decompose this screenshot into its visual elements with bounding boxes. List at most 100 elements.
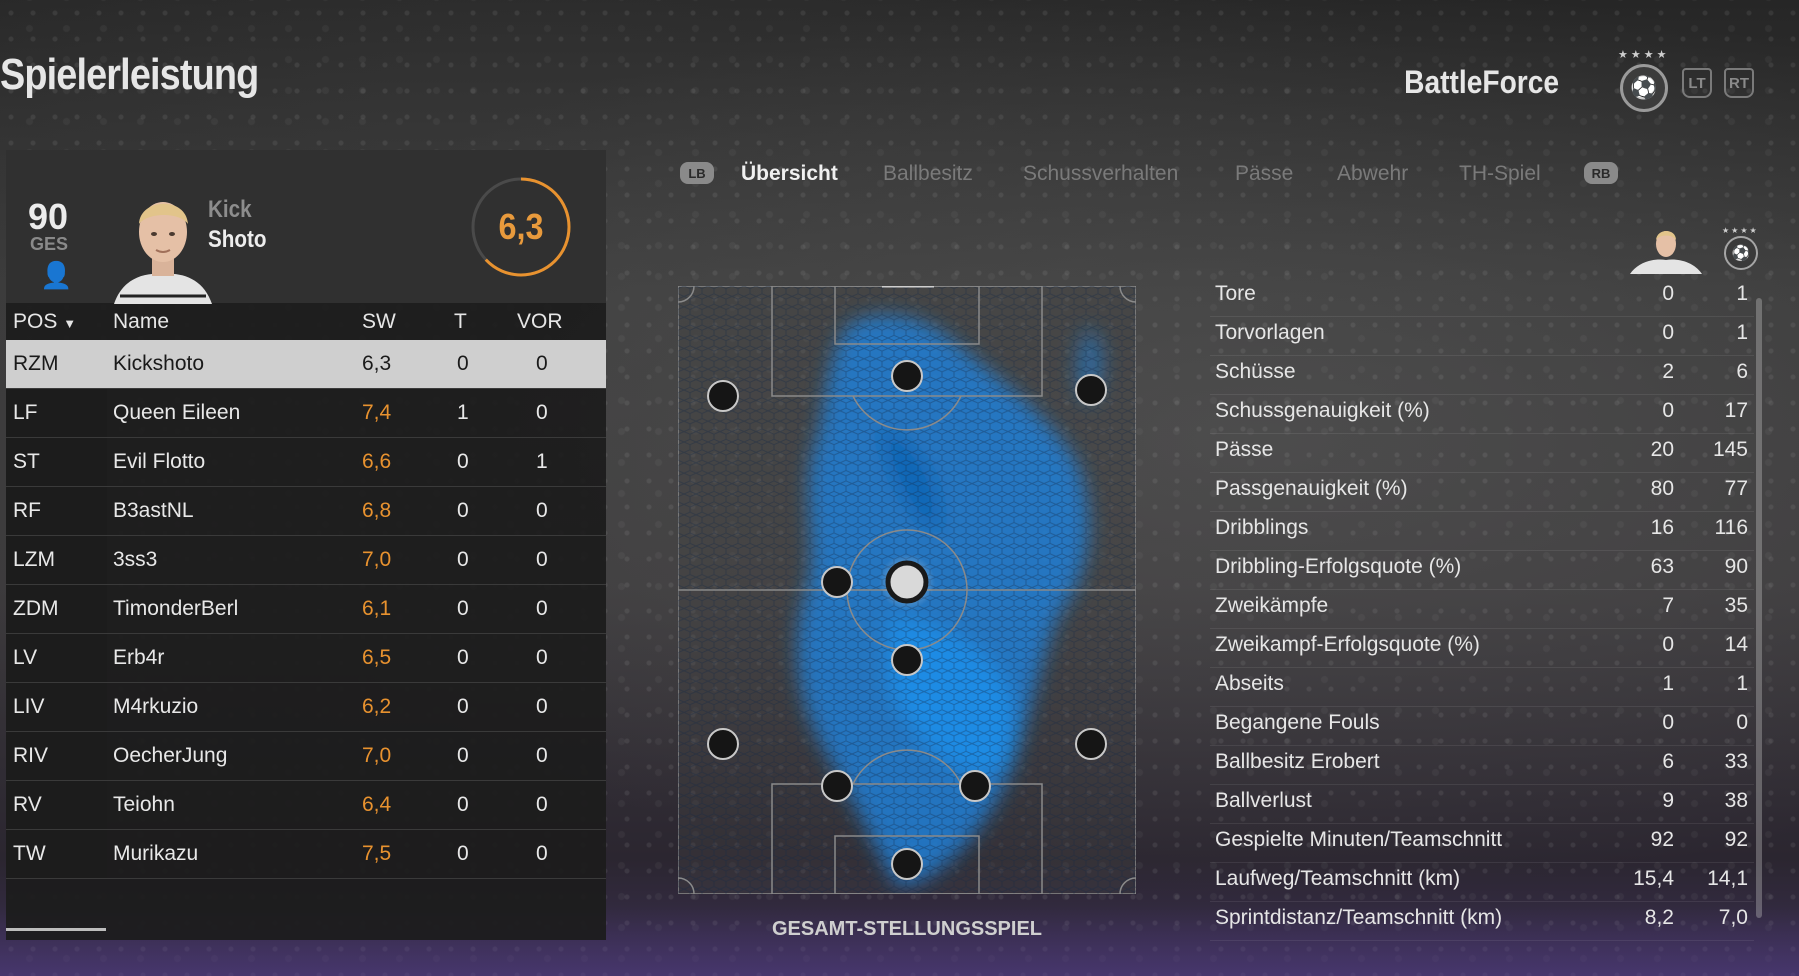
assists-cell: 0 — [536, 842, 548, 865]
stat-label: Dribblings — [1215, 516, 1309, 539]
player-name-cell: Queen Eileen — [113, 401, 241, 424]
goals-cell: 1 — [457, 401, 469, 424]
stat-team-value: 14,1 — [1707, 867, 1748, 890]
table-row[interactable]: ZDM TimonderBerl 6,1 0 0 — [6, 585, 606, 634]
assists-cell: 1 — [536, 450, 548, 473]
tab-3[interactable]: Pässe — [1235, 162, 1293, 186]
stat-player-value: 2 — [1662, 360, 1674, 383]
column-assists-header[interactable]: VOR — [517, 310, 563, 334]
stat-player-value: 1 — [1662, 672, 1674, 695]
stat-row: Tore 0 1 — [1210, 278, 1754, 317]
goals-cell: 0 — [457, 548, 469, 571]
stat-team-value: 35 — [1724, 594, 1748, 617]
table-row[interactable]: LF Queen Eileen 7,4 1 0 — [6, 389, 606, 438]
stat-label: Schussgenauigkeit (%) — [1215, 399, 1430, 422]
page-title: Spielerleistung — [0, 50, 259, 99]
stat-label: Zweikampf-Erfolgsquote (%) — [1215, 633, 1480, 656]
goals-cell: 0 — [457, 352, 469, 375]
assists-cell: 0 — [536, 695, 548, 718]
stat-row: Zweikampf-Erfolgsquote (%) 0 14 — [1210, 629, 1754, 668]
table-row[interactable]: RF B3astNL 6,8 0 0 — [6, 487, 606, 536]
goals-cell: 0 — [457, 450, 469, 473]
tab-1[interactable]: Ballbesitz — [883, 162, 973, 186]
table-row[interactable]: LZM 3ss3 7,0 0 0 — [6, 536, 606, 585]
goals-cell: 0 — [457, 842, 469, 865]
stat-team-value: 77 — [1724, 477, 1748, 500]
table-row[interactable]: RZM Kickshoto 6,3 0 0 — [6, 340, 606, 389]
stat-row: Sprintdistanz/Teamschnitt (km) 8,2 7,0 — [1210, 902, 1754, 941]
sort-down-icon: ▼ — [63, 316, 77, 331]
table-row[interactable]: LV Erb4r 6,5 0 0 — [6, 634, 606, 683]
column-rating-header[interactable]: SW — [362, 310, 396, 334]
stat-row: Schussgenauigkeit (%) 0 17 — [1210, 395, 1754, 434]
rating-cell: 6,4 — [362, 793, 392, 816]
table-row[interactable]: TW Murikazu 7,5 0 0 — [6, 830, 606, 879]
table-row[interactable]: RIV OecherJung 7,0 0 0 — [6, 732, 606, 781]
stat-player-value: 20 — [1650, 438, 1674, 461]
stat-team-value: 145 — [1712, 438, 1748, 461]
player-name-cell: M4rkuzio — [113, 695, 199, 718]
stat-row: Begangene Fouls 0 0 — [1210, 707, 1754, 746]
stat-row: Ballbesitz Erobert 6 33 — [1210, 746, 1754, 785]
stat-row: Passgenauigkeit (%) 80 77 — [1210, 473, 1754, 512]
position-cell: LIV — [13, 695, 45, 718]
stat-player-value: 7 — [1662, 594, 1674, 617]
position-cell: RF — [13, 499, 41, 522]
player-first-name: Kick — [208, 196, 252, 223]
table-row[interactable]: ST Evil Flotto 6,6 0 1 — [6, 438, 606, 487]
stat-label: Abseits — [1215, 672, 1284, 695]
rating-cell: 7,0 — [362, 548, 392, 571]
stat-row: Laufweg/Teamschnitt (km) 15,4 14,1 — [1210, 863, 1754, 902]
tab-2[interactable]: Schussverhalten — [1023, 162, 1178, 186]
stat-row: Zweikämpfe 7 35 — [1210, 590, 1754, 629]
assists-cell: 0 — [536, 548, 548, 571]
player-portrait — [114, 202, 212, 304]
assists-cell: 0 — [536, 793, 548, 816]
player-last-name: Shoto — [208, 226, 267, 253]
player-card: 90 GES 👤 Kick Shoto 6,3 — [6, 150, 606, 304]
list-scroll-indicator — [6, 928, 106, 931]
stat-label: Zweikämpfe — [1215, 594, 1329, 617]
stats-scrollbar[interactable] — [1756, 298, 1762, 918]
overall-rating: 90 — [28, 196, 69, 237]
table-row[interactable]: RV Teiohn 6,4 0 0 — [6, 781, 606, 830]
position-cell: LF — [13, 401, 38, 424]
stat-player-value: 9 — [1662, 789, 1674, 812]
position-cell: RIV — [13, 744, 49, 767]
stat-row: Schüsse 2 6 — [1210, 356, 1754, 395]
stats-list: Tore 0 1 Torvorlagen 0 1 Schüsse 2 6 Schussgenaui… — [1210, 278, 1754, 941]
column-name-header[interactable]: Name — [113, 310, 169, 334]
rating-cell: 6,3 — [362, 352, 392, 375]
rating-cell: 7,0 — [362, 744, 392, 767]
stat-team-value: 92 — [1724, 828, 1748, 851]
goals-cell: 0 — [457, 793, 469, 816]
rating-cell: 6,2 — [362, 695, 392, 718]
stat-label: Tore — [1215, 282, 1256, 305]
left-trigger-button[interactable]: LT — [1682, 68, 1712, 98]
stat-label: Begangene Fouls — [1215, 711, 1380, 734]
player-avatar — [1630, 231, 1702, 274]
player-name-cell: B3astNL — [113, 499, 194, 522]
player-marker — [891, 644, 923, 676]
tab-0[interactable]: Übersicht — [741, 162, 838, 186]
match-rating-value: 6,3 — [498, 206, 544, 247]
stat-label: Pässe — [1215, 438, 1274, 461]
team-crest-icon: ⚽ — [1724, 236, 1758, 270]
tab-4[interactable]: Abwehr — [1337, 162, 1408, 186]
tab-5[interactable]: TH-Spiel — [1459, 162, 1541, 186]
column-goals-header[interactable]: T — [454, 310, 467, 334]
stat-team-value: 1 — [1736, 321, 1748, 344]
stat-player-value: 92 — [1650, 828, 1674, 851]
column-pos-header[interactable]: POS ▼ — [13, 310, 76, 334]
selected-player-marker — [885, 560, 929, 604]
stat-label: Gespielte Minuten/Teamschnitt — [1215, 828, 1503, 851]
rating-cell: 6,5 — [362, 646, 392, 669]
crest-stars: ★★★★ — [1618, 49, 1670, 61]
lb-bumper-button[interactable]: LB — [680, 162, 714, 184]
player-marker — [821, 566, 853, 598]
table-row[interactable]: LIV M4rkuzio 6,2 0 0 — [6, 683, 606, 732]
rb-bumper-button[interactable]: RB — [1584, 162, 1618, 184]
stat-player-value: 80 — [1650, 477, 1674, 500]
heatmap-caption: GESAMT-STELLUNGSSPIEL — [771, 918, 1043, 940]
right-trigger-button[interactable]: RT — [1724, 68, 1754, 98]
